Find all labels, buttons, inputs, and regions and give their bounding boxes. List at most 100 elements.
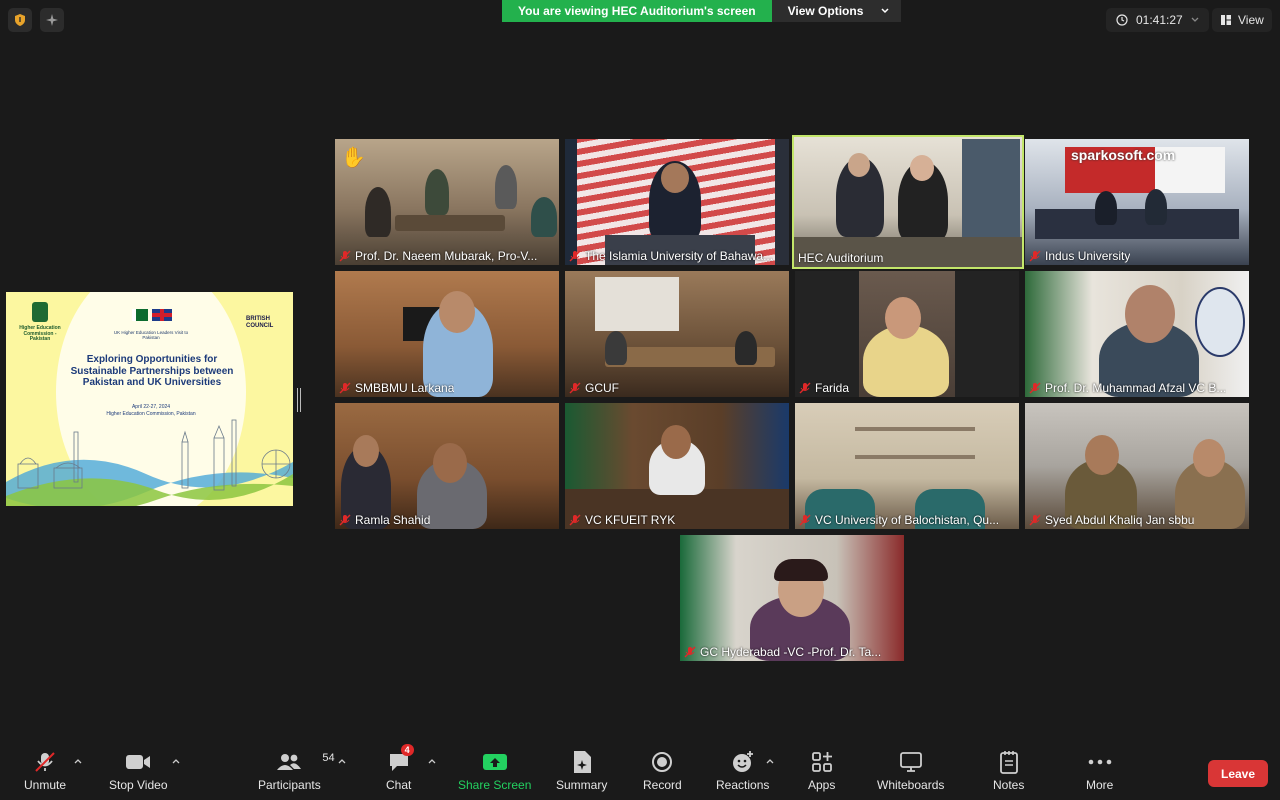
more-dots-icon bbox=[1088, 750, 1112, 774]
video-tile[interactable]: ✋ Prof. Dr. Naeem Mubarak, Pro-V... bbox=[335, 139, 559, 265]
participant-face bbox=[1193, 439, 1225, 477]
video-tile[interactable]: VC University of Balochistan, Qu... bbox=[795, 403, 1019, 529]
participants-button[interactable]: 54 Participants bbox=[258, 750, 335, 792]
participant-label: Prof. Dr. Naeem Mubarak, Pro-V... bbox=[339, 249, 555, 263]
resize-handle[interactable] bbox=[297, 388, 301, 412]
participant-face bbox=[353, 435, 379, 467]
unmute-button[interactable]: Unmute bbox=[24, 750, 66, 792]
mic-muted-icon bbox=[569, 250, 581, 262]
hec-logo: Higher Education Commission - Pakistan bbox=[18, 302, 62, 343]
video-tile[interactable]: GC Hyderabad -VC -Prof. Dr. Ta... bbox=[680, 535, 904, 661]
summary-document-icon bbox=[571, 750, 593, 774]
chevron-down-icon bbox=[1191, 17, 1199, 22]
inset-screen bbox=[962, 139, 1020, 237]
chevron-up-icon[interactable] bbox=[766, 758, 774, 764]
mic-muted-icon bbox=[684, 646, 696, 658]
participant-silhouette bbox=[495, 165, 517, 209]
watermark-text: sparkosoft.com bbox=[1071, 147, 1176, 163]
chevron-up-icon[interactable] bbox=[428, 758, 436, 764]
participant-silhouette bbox=[531, 197, 557, 237]
participant-face bbox=[1085, 435, 1119, 475]
shelf bbox=[855, 455, 975, 459]
participant-silhouette bbox=[605, 331, 627, 365]
meeting-timer[interactable]: 01:41:27 bbox=[1106, 8, 1209, 32]
chevron-down-icon bbox=[881, 8, 889, 14]
participant-label: Farida bbox=[799, 381, 1015, 395]
record-icon bbox=[651, 750, 673, 774]
apps-icon bbox=[811, 750, 833, 774]
participant-name: Farida bbox=[815, 381, 850, 395]
chevron-up-icon[interactable] bbox=[74, 758, 82, 764]
pakistan-flag-icon bbox=[132, 309, 148, 321]
stop-video-button[interactable]: Stop Video bbox=[109, 750, 168, 792]
chevron-up-icon[interactable] bbox=[338, 758, 346, 764]
video-tile[interactable]: SMBBMU Larkana bbox=[335, 271, 559, 397]
record-label: Record bbox=[643, 778, 682, 792]
view-options-button[interactable]: View Options bbox=[771, 0, 902, 22]
view-options-label: View Options bbox=[787, 4, 864, 18]
record-button[interactable]: Record bbox=[643, 750, 682, 792]
participant-label: VC KFUEIT RYK bbox=[569, 513, 785, 527]
more-button[interactable]: More bbox=[1086, 750, 1113, 792]
participant-silhouette bbox=[1145, 189, 1167, 225]
university-crest-icon bbox=[1195, 287, 1245, 357]
more-label: More bbox=[1086, 778, 1114, 792]
apps-button[interactable]: Apps bbox=[808, 750, 835, 792]
whiteboards-button[interactable]: Whiteboards bbox=[877, 750, 944, 792]
leave-button[interactable]: Leave bbox=[1208, 760, 1268, 787]
participant-label: Indus University bbox=[1029, 249, 1245, 263]
mic-muted-icon bbox=[33, 750, 57, 774]
video-tile[interactable]: GCUF bbox=[565, 271, 789, 397]
participant-name: The Islamia University of Bahawa... bbox=[585, 249, 774, 263]
raised-hand-icon: ✋ bbox=[341, 147, 366, 169]
video-tile[interactable]: Prof. Dr. Muhammad Afzal VC B... bbox=[1025, 271, 1249, 397]
view-label: View bbox=[1238, 13, 1264, 27]
chevron-up-icon[interactable] bbox=[172, 758, 180, 764]
participant-label: Ramla Shahid bbox=[339, 513, 555, 527]
reactions-button[interactable]: Reactions bbox=[716, 750, 769, 792]
participant-name: VC KFUEIT RYK bbox=[585, 513, 676, 527]
timer-text: 01:41:27 bbox=[1136, 13, 1183, 27]
share-screen-button[interactable]: Share Screen bbox=[458, 750, 531, 792]
participant-label: HEC Auditorium bbox=[798, 251, 1018, 265]
participants-count: 54 bbox=[322, 752, 335, 764]
participant-name: SMBBMU Larkana bbox=[355, 381, 455, 395]
chat-button[interactable]: 4 Chat bbox=[386, 744, 414, 792]
video-tile[interactable]: Farida bbox=[795, 271, 1019, 397]
mic-muted-icon bbox=[1029, 514, 1041, 526]
uk-flag-icon bbox=[152, 309, 172, 321]
participant-name: VC University of Balochistan, Qu... bbox=[815, 513, 1000, 527]
participant-name: HEC Auditorium bbox=[798, 251, 884, 265]
flags bbox=[132, 309, 172, 321]
view-button[interactable]: View bbox=[1212, 8, 1272, 32]
participant-silhouette bbox=[735, 331, 757, 365]
participant-label: The Islamia University of Bahawa... bbox=[569, 249, 785, 263]
skyline-illustration bbox=[6, 419, 293, 506]
chat-bubble-icon: 4 bbox=[387, 744, 414, 774]
mic-muted-icon bbox=[569, 382, 581, 394]
ai-sparkle-icon[interactable] bbox=[40, 8, 64, 32]
mic-muted-icon bbox=[339, 250, 351, 262]
screen-share-banner: You are viewing HEC Auditorium's screen … bbox=[502, 0, 902, 22]
video-tile[interactable]: Ramla Shahid bbox=[335, 403, 559, 529]
video-tile[interactable]: Syed Abdul Khaliq Jan sbbu bbox=[1025, 403, 1249, 529]
participant-silhouette bbox=[425, 169, 449, 215]
summary-button[interactable]: Summary bbox=[556, 750, 607, 792]
video-tile[interactable]: sparkosoft.com Indus University bbox=[1025, 139, 1249, 265]
notes-label: Notes bbox=[993, 778, 1025, 792]
slide-subtitle: UK Higher Education Leaders Visit to Pak… bbox=[113, 330, 189, 341]
video-tile[interactable]: VC KFUEIT RYK bbox=[565, 403, 789, 529]
mic-muted-icon bbox=[799, 382, 811, 394]
shelf bbox=[855, 427, 975, 431]
share-screen-icon bbox=[482, 750, 508, 774]
british-council-logo: BRITISH COUNCIL bbox=[246, 316, 274, 329]
participants-icon: 54 bbox=[276, 750, 335, 774]
video-tile[interactable]: The Islamia University of Bahawa... bbox=[565, 139, 789, 265]
participant-face bbox=[661, 425, 691, 459]
participant-name: Indus University bbox=[1045, 249, 1131, 263]
video-tile-active-speaker[interactable]: HEC Auditorium bbox=[792, 135, 1024, 269]
shared-screen-slide[interactable]: Higher Education Commission - Pakistan B… bbox=[6, 292, 293, 506]
notes-icon bbox=[999, 750, 1019, 774]
notes-button[interactable]: Notes bbox=[993, 750, 1024, 792]
security-shield-icon[interactable] bbox=[8, 8, 32, 32]
